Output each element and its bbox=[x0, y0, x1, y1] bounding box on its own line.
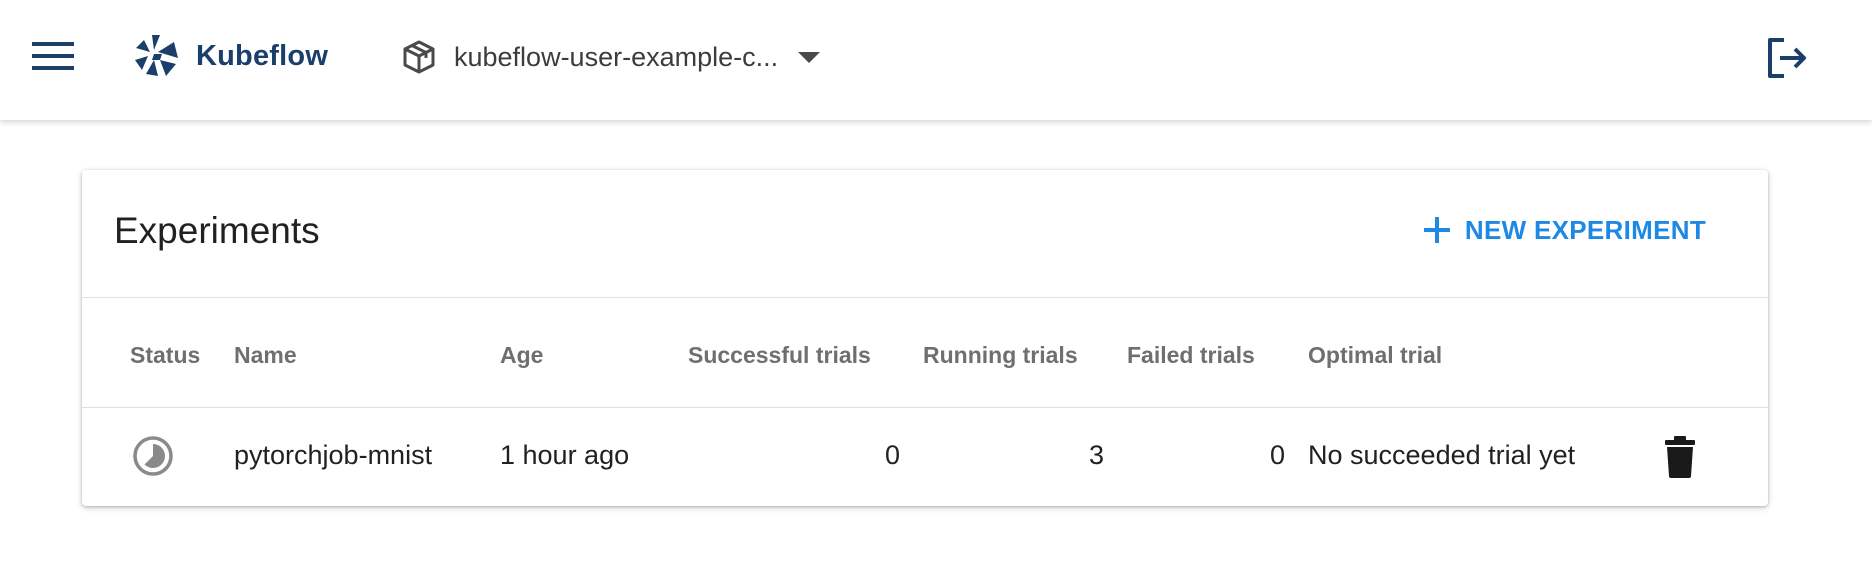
namespace-selector[interactable]: kubeflow-user-example-c... bbox=[400, 34, 821, 80]
trash-icon[interactable] bbox=[1662, 436, 1698, 478]
experiments-table: Status Name Age Successful trials Runnin… bbox=[82, 298, 1768, 504]
kubeflow-brand[interactable]: Kubeflow bbox=[130, 30, 328, 82]
optimal-trial-text: No succeeded trial yet bbox=[1308, 440, 1576, 470]
card-header: Experiments NEW EXPERIMENT bbox=[82, 170, 1768, 298]
column-header-status[interactable]: Status bbox=[130, 342, 200, 369]
experiment-name-link[interactable]: pytorchjob-mnist bbox=[234, 440, 432, 471]
new-experiment-label: NEW EXPERIMENT bbox=[1464, 214, 1706, 245]
box-icon bbox=[403, 40, 435, 74]
plus-icon bbox=[1423, 217, 1450, 243]
column-header-optimal-trial[interactable]: Optimal trial bbox=[1308, 342, 1442, 369]
successful-trials-count: 0 bbox=[884, 440, 900, 470]
table-row[interactable]: pytorchjob-mnist 1 hour ago 0 3 0 No suc… bbox=[82, 408, 1768, 504]
column-header-name[interactable]: Name bbox=[234, 342, 297, 369]
column-header-failed-trials[interactable]: Failed trials bbox=[1127, 342, 1255, 369]
column-header-running-trials[interactable]: Running trials bbox=[923, 342, 1078, 369]
new-experiment-button[interactable]: NEW EXPERIMENT bbox=[1421, 214, 1706, 246]
kubeflow-logo-icon bbox=[135, 35, 178, 76]
logout-icon[interactable] bbox=[1762, 34, 1810, 82]
column-header-successful-trials[interactable]: Successful trials bbox=[688, 342, 871, 369]
table-header: Status Name Age Successful trials Runnin… bbox=[82, 298, 1768, 408]
caret-down-icon bbox=[798, 51, 821, 63]
running-trials-count: 3 bbox=[1088, 440, 1104, 470]
experiments-card: Experiments NEW EXPERIMENT Status Name A… bbox=[82, 170, 1768, 506]
running-clock-icon bbox=[133, 436, 173, 476]
hamburger-menu-icon[interactable] bbox=[28, 36, 78, 76]
experiment-age: 1 hour ago bbox=[500, 440, 630, 470]
failed-trials-count: 0 bbox=[1269, 440, 1285, 470]
column-header-age[interactable]: Age bbox=[500, 342, 543, 369]
top-toolbar: Kubeflow kubeflow-user-example-c... bbox=[0, 0, 1872, 120]
brand-name: Kubeflow bbox=[196, 39, 329, 72]
namespace-label: kubeflow-user-example-c... bbox=[454, 41, 779, 72]
page-title: Experiments bbox=[114, 210, 320, 251]
